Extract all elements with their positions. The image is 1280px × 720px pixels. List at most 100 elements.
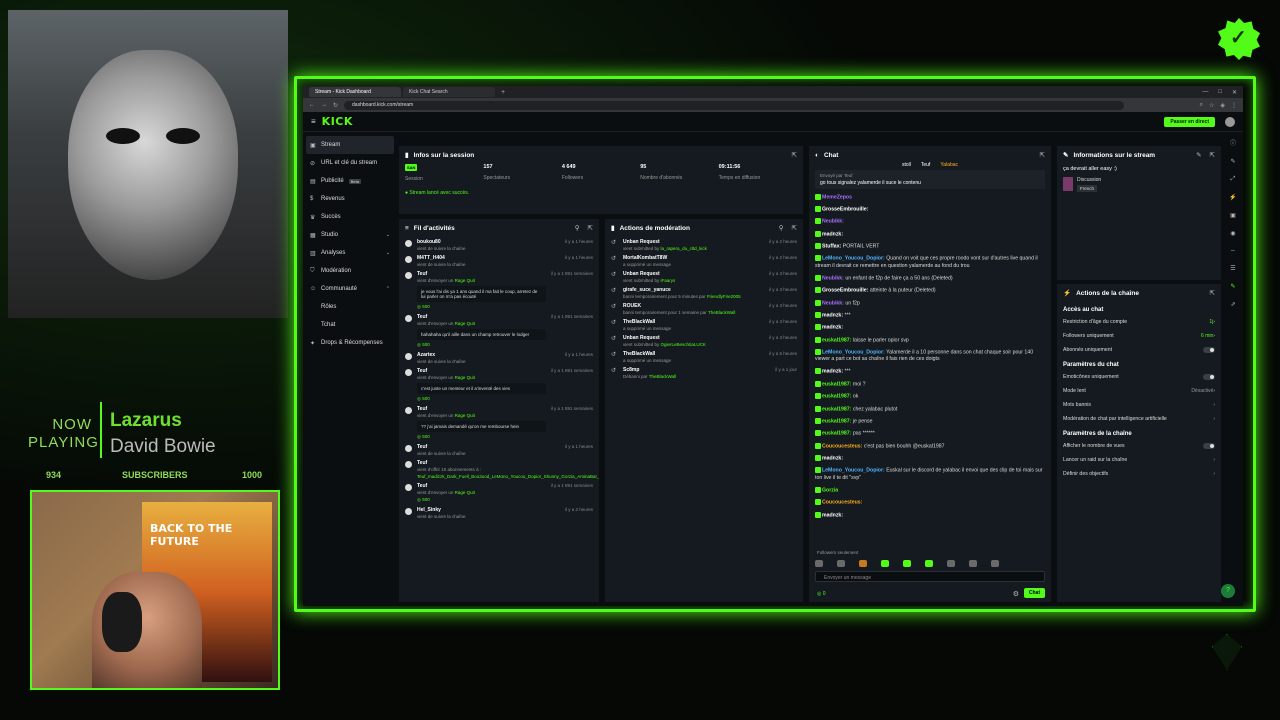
zoom-icon[interactable]: ⌕	[1200, 102, 1203, 109]
chat-bubble-icon[interactable]: ◉	[1230, 230, 1235, 237]
moderation-item[interactable]: ↺ Unban Request vient submitted by iFaarys…	[605, 269, 803, 285]
moderation-item[interactable]: ↺ ROUEK banni temporairement pour 1 semain…	[605, 301, 803, 317]
moderation-item[interactable]: ↺ MortalKombatT8W a supprimé un message il …	[605, 253, 803, 269]
menu-icon[interactable]: ⋮	[1231, 102, 1237, 109]
sidebar-item-url[interactable]: ⊘ URL et clé du stream	[306, 154, 394, 172]
chat-username[interactable]: Coucoucesteus:	[822, 500, 862, 506]
activity-link[interactable]: Rage Quit	[455, 413, 475, 418]
extension-icon[interactable]: ◈	[1220, 102, 1225, 109]
minimize-icon[interactable]: —	[1202, 89, 1208, 96]
activity-item[interactable]: Teuf vient d'envoyer un Rage Quit c'est ju…	[399, 366, 599, 404]
moderation-link[interactable]: TheBlackWall	[649, 374, 676, 379]
activity-link[interactable]: Rage Quit	[455, 490, 475, 495]
kick-logo[interactable]: KICK	[322, 115, 353, 128]
chat-username[interactable]: Neubikk:	[822, 300, 844, 306]
chat-message[interactable]: Coucoucesteus: c'est pas bien bouhh @eus…	[809, 440, 1051, 452]
chat-username[interactable]: madnzk:	[822, 325, 843, 331]
toggle-switch[interactable]	[1203, 443, 1215, 449]
chat-username[interactable]: GrosseEmbrouille:	[822, 288, 868, 294]
chat-username[interactable]: euskal1987:	[822, 418, 851, 424]
emote-icon[interactable]	[991, 559, 999, 567]
chat-send-button[interactable]: Chat	[1023, 588, 1045, 598]
activity-item[interactable]: Teuf vient de suivre la chaîne il y a 1 he…	[399, 442, 599, 458]
filter-icon[interactable]: ⚲	[779, 224, 784, 232]
moderation-item[interactable]: ↺ Unban Request vient submitted by la_rape…	[605, 237, 803, 253]
chat-username[interactable]: euskal1987:	[822, 406, 851, 412]
chat-username[interactable]: LeMono_Youcou_Dopior:	[822, 468, 885, 474]
sidebar-item-analytics[interactable]: ▥ Analyses ⌄	[306, 244, 394, 262]
activity-item[interactable]: Hel_Sinky vient de suivre la chaîne il y a…	[399, 505, 599, 521]
chat-message[interactable]: madnzk: ***	[809, 366, 1051, 378]
sidebar-item-moderation[interactable]: ⛉ Modération	[306, 262, 394, 280]
save-icon[interactable]: ▣	[1230, 212, 1236, 219]
chat-message[interactable]: GrosseEmbrouille:	[809, 203, 1051, 215]
popout-icon[interactable]: ⇱	[1040, 151, 1045, 159]
star-icon[interactable]: ☆	[1209, 102, 1214, 109]
chat-username[interactable]: euskal1987:	[822, 431, 851, 437]
chat-message[interactable]: GrosseEmbrouille: atteinte à la puteur (…	[809, 285, 1051, 297]
activity-link[interactable]: Rage Quit	[455, 321, 475, 326]
emote-icon[interactable]	[881, 559, 889, 567]
chat-message[interactable]: madnzk:	[809, 509, 1051, 521]
emote-icon[interactable]	[947, 559, 955, 567]
chat-username[interactable]: Gorzia	[822, 487, 838, 493]
settings-row[interactable]: Afficher le nombre de vues	[1057, 439, 1221, 453]
moderation-link[interactable]: FriendlyFire2005	[707, 294, 741, 299]
chat-message[interactable]: Stuffax: PORTAIL VERT	[809, 241, 1051, 253]
settings-row[interactable]: Restriction d'âge du compte 1j ›	[1057, 315, 1221, 329]
chat-username[interactable]: MemeZepos	[822, 194, 852, 200]
chat-message[interactable]: Neubikk:	[809, 216, 1051, 228]
help-button[interactable]: ?	[1221, 584, 1235, 598]
chat-message[interactable]: LeMono_Youcou_Dopior: Quand on voit que …	[809, 253, 1051, 272]
activity-item[interactable]: Azartex vient de suivre la chaîne il y a 1…	[399, 350, 599, 366]
chat-username[interactable]: euskal1987:	[822, 381, 851, 387]
settings-row[interactable]: Emoticônes uniquement	[1057, 370, 1221, 384]
sidebar-item-revenue[interactable]: $ Revenus	[306, 190, 394, 208]
chat-message[interactable]: euskal1987: pas ******	[809, 428, 1051, 440]
moderation-item[interactable]: ↺ Unban Request vient submitted by OgierLe…	[605, 333, 803, 349]
activity-item[interactable]: boukou80 vient de suivre la chaîne il y a …	[399, 237, 599, 253]
activity-item[interactable]: Teuf vient d'envoyer un Rage Quit ?? j'ai …	[399, 404, 599, 442]
chat-message[interactable]: madnzk: ***	[809, 309, 1051, 321]
sidebar-item-roles[interactable]: Rôles	[306, 298, 394, 316]
moderation-link[interactable]: TheBlackWall	[708, 310, 735, 315]
chat-username[interactable]: madnzk:	[822, 312, 843, 318]
moderation-item[interactable]: ↺ Sc8mp Débanni par TheBlackWall il y a 1 j…	[605, 365, 803, 381]
toggle-switch[interactable]	[1203, 374, 1215, 380]
sidebar-item-community[interactable]: ☺ Communauté ⌃	[306, 280, 394, 298]
chat-username[interactable]: Neubikk:	[822, 219, 844, 225]
chat-input[interactable]: Envoyer un message	[815, 571, 1045, 582]
moderation-item[interactable]: ↺ girafe_suce_yanuce banni temporairement …	[605, 285, 803, 301]
new-tab-icon[interactable]: +	[497, 89, 509, 96]
list-icon[interactable]: ☰	[1230, 265, 1235, 272]
chat-message[interactable]: euskal1987: moi ?	[809, 378, 1051, 390]
maximize-icon[interactable]: □	[1218, 89, 1222, 96]
tab-kick-dashboard[interactable]: Stream - Kick Dashboard	[309, 87, 401, 97]
arrows-icon[interactable]: ⇔	[1230, 248, 1236, 254]
settings-row[interactable]: Modération de chat par intelligence arti…	[1057, 412, 1221, 426]
settings-row[interactable]: Mode lent Désactivé ›	[1057, 384, 1221, 398]
chat-username[interactable]: madnzk:	[822, 369, 843, 375]
activity-item[interactable]: Teuf vient d'offrir 10 abonnements à : Teu…	[399, 458, 599, 481]
edit-icon[interactable]: ✎	[1230, 158, 1235, 165]
info-icon[interactable]: ⓘ	[1230, 138, 1236, 147]
moderation-link[interactable]: la_rapera_du_cltd_kick	[661, 246, 707, 251]
back-icon[interactable]: ←	[309, 102, 315, 108]
popout-icon[interactable]: ⇱	[792, 151, 797, 159]
expand-icon[interactable]: ⤢	[1231, 176, 1236, 183]
chat-username[interactable]: madnzk:	[822, 231, 843, 237]
popout-icon[interactable]: ⇱	[588, 224, 593, 232]
moderation-link[interactable]: OgierLeBeschtiaLUCK	[661, 342, 706, 347]
moderation-link[interactable]: iFaarys	[661, 278, 676, 283]
sidebar-item-drops[interactable]: ✦ Drops & Récompenses	[306, 334, 394, 352]
moderation-item[interactable]: ↺ TheBlackWall a supprimé un message il y a…	[605, 349, 803, 365]
chat-username[interactable]: euskal1987:	[822, 337, 851, 343]
sidebar-item-chat[interactable]: Tchat	[306, 316, 394, 334]
settings-row[interactable]: Abonnés uniquement	[1057, 343, 1221, 357]
activity-item[interactable]: M4TT_H404 vient de suivre la chaîne il y a…	[399, 253, 599, 269]
chat-username[interactable]: Neubikk:	[822, 275, 844, 281]
popout-icon[interactable]: ⇱	[1210, 289, 1215, 297]
avatar[interactable]	[1225, 116, 1235, 127]
url-field[interactable]: dashboard.kick.com/stream	[344, 100, 1125, 110]
hamburger-icon[interactable]: ≡	[311, 117, 316, 126]
